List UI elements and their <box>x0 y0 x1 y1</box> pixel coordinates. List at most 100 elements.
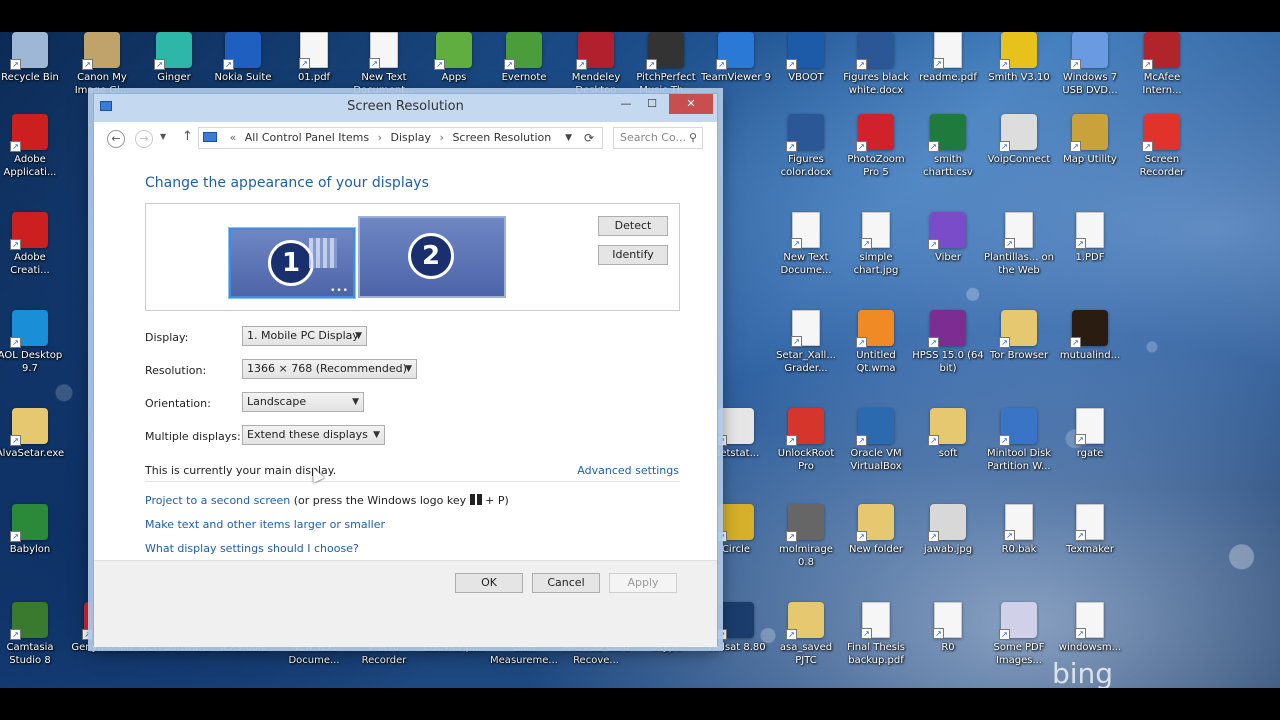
desktop-icon-voipconnect[interactable]: ↗ VoipConnect <box>983 114 1055 198</box>
shortcut-arrow-icon: ↗ <box>856 141 867 152</box>
desktop-icon-untitled[interactable]: ↗ Untitled Qt.wma <box>840 310 912 394</box>
hpss-icon: ↗ <box>928 310 966 348</box>
refresh-icon[interactable]: ⟳ <box>584 128 594 148</box>
shortcut-arrow-icon: ↗ <box>928 531 939 542</box>
address-bar[interactable]: « All Control Panel Items › Display › Sc… <box>198 127 603 149</box>
fig-color-icon: ↗ <box>786 114 824 152</box>
desktop-icon-babylon[interactable]: ↗ Babylon <box>0 504 66 588</box>
display-settings-help-link[interactable]: What display settings should I choose? <box>145 542 359 555</box>
desktop-icon-somepdf[interactable]: ↗ Some PDF Images... <box>983 602 1055 686</box>
resolution-label: Resolution: <box>145 364 207 377</box>
back-button[interactable]: ← <box>107 130 125 148</box>
windowsmedia-icon: ↗ <box>1075 602 1104 639</box>
minimize-button[interactable]: — <box>613 94 639 114</box>
desktop-icon-label: Oracle VM VirtualBox <box>850 448 902 472</box>
desktop-icon-camtasia[interactable]: ↗ Camtasia Studio 8 <box>0 602 66 686</box>
desktop-icon-figures-docx[interactable]: ↗ Figures black white.docx <box>840 32 912 116</box>
resolution-select[interactable]: 1366 × 768 (Recommended) ▼ <box>242 359 417 379</box>
desktop-icon-newfolder[interactable]: ↗ New folder <box>840 504 912 588</box>
monitor-2[interactable]: 2 <box>358 216 506 298</box>
desktop-icon-mutual[interactable]: ↗ mutualind... <box>1054 310 1126 394</box>
shortcut-arrow-icon: ↗ <box>1142 59 1153 70</box>
desktop-icon-r0-bak[interactable]: ↗ R0.bak <box>983 504 1055 588</box>
desktop-icon-label: Final Thesis backup.pdf <box>846 642 906 666</box>
camtasia-icon: ↗ <box>10 602 48 640</box>
desktop-icon-screen-rec[interactable]: ↗ Screen Recorder <box>1126 114 1198 198</box>
desktop-icon-simple-chart[interactable]: ↗ simple chart.jpg <box>840 212 912 296</box>
windows-logo-icon <box>469 494 482 505</box>
chevron-down-icon[interactable]: ▼ <box>565 128 572 148</box>
desktop-icon-r0[interactable]: ↗ R0 <box>912 602 984 686</box>
shortcut-arrow-icon: ↗ <box>786 141 797 152</box>
desktop-icon-fig-color[interactable]: ↗ Figures color.docx <box>770 114 842 198</box>
shortcut-arrow-icon: ↗ <box>223 59 234 70</box>
desktop-icon-aol[interactable]: ↗ AOL Desktop 9.7 <box>0 310 66 394</box>
desktop-icon-tor[interactable]: ↗ Tor Browser <box>983 310 1055 394</box>
desktop-icon-viber[interactable]: ↗ Viber <box>912 212 984 296</box>
somepdf-icon: ↗ <box>999 602 1037 640</box>
nokia-icon: ↗ <box>223 32 261 70</box>
desktop-icon-photozoom[interactable]: ↗ PhotoZoom Pro 5 <box>840 114 912 198</box>
shortcut-arrow-icon: ↗ <box>999 337 1010 348</box>
desktop-icon-maputility[interactable]: ↗ Map Utility <box>1054 114 1126 198</box>
monitor-1[interactable]: 1 ••• <box>229 228 355 298</box>
desktop-icon-soft[interactable]: ↗ soft <box>912 408 984 492</box>
search-placeholder: Search Co... <box>620 131 686 144</box>
desktop-icon-final-thesis[interactable]: ↗ Final Thesis backup.pdf <box>840 602 912 686</box>
desktop-icon-minitool[interactable]: ↗ Minitool Disk Partition W... <box>983 408 1055 492</box>
apply-button[interactable]: Apply <box>609 573 677 593</box>
desktop-icon-newtext2[interactable]: ↗ New Text Docume... <box>770 212 842 296</box>
desktop-icon-setar[interactable]: ↗ Setar_Xall... Grader... <box>770 310 842 394</box>
desktop-icon-recycle-bin[interactable]: ↗ Recycle Bin <box>0 32 66 116</box>
desktop-icon-pdf1[interactable]: ↗ 1.PDF <box>1054 212 1126 296</box>
desktop-icon-rgate[interactable]: ↗ rgate <box>1054 408 1126 492</box>
up-button[interactable]: ↑ <box>182 129 193 144</box>
ok-button[interactable]: OK <box>455 573 523 593</box>
readme-icon: ↗ <box>933 32 962 69</box>
multiple-displays-select[interactable]: Extend these displays ▼ <box>242 425 385 445</box>
desktop-icon-readme[interactable]: ↗ readme.pdf <box>912 32 984 116</box>
desktop-icon-label: asa_saved PJTC <box>779 642 833 666</box>
desktop-icon-alvasetar[interactable]: ↗ AlvaSetar.exe <box>0 408 66 492</box>
close-button[interactable]: ✕ <box>669 94 713 114</box>
text-size-link[interactable]: Make text and other items larger or smal… <box>145 518 385 531</box>
shortcut-arrow-icon: ↗ <box>504 59 515 70</box>
display-select[interactable]: 1. Mobile PC Display ▼ <box>242 326 367 346</box>
desktop-icon-mcafee[interactable]: ↗ McAfee Intern... <box>1126 32 1198 116</box>
desktop-icon-vboot[interactable]: ↗ VBOOT <box>770 32 842 116</box>
desktop-icon-hpss[interactable]: ↗ HPSS 15.0 (64 bit) <box>912 310 984 394</box>
forward-button[interactable]: → <box>135 130 153 148</box>
desktop-icon-adobe-app[interactable]: ↗ Adobe Applicati... <box>0 114 66 198</box>
display-value: 1. Mobile PC Display <box>247 329 359 342</box>
desktop-icon-adobe-creative[interactable]: ↗ Adobe Creati... <box>0 212 66 296</box>
recent-locations-chevron-icon[interactable]: ▼ <box>160 132 166 141</box>
shortcut-arrow-icon: ↗ <box>999 629 1010 640</box>
breadcrumb-display[interactable]: Display <box>390 131 431 144</box>
desktop-icon-jawab[interactable]: ↗ jawab.jpg <box>912 504 984 588</box>
breadcrumb-screen-resolution[interactable]: Screen Resolution <box>452 131 551 144</box>
desktop-icon-oracle-vm[interactable]: ↗ Oracle VM VirtualBox <box>840 408 912 492</box>
desktop-icon-plantilla[interactable]: ↗ Plantillas... on the Web <box>983 212 1055 296</box>
desktop-icon-unlockroot[interactable]: ↗ UnlockRoot Pro <box>770 408 842 492</box>
search-icon[interactable]: ⚲ <box>689 128 697 148</box>
ginger-icon: ↗ <box>154 32 192 70</box>
simple-chart-icon: ↗ <box>861 212 890 249</box>
project-second-screen-link[interactable]: Project to a second screen <box>145 494 290 507</box>
desktop-icon-win7usb[interactable]: ↗ Windows 7 USB DVD... <box>1054 32 1126 116</box>
cancel-button[interactable]: Cancel <box>532 573 600 593</box>
advanced-settings-link[interactable]: Advanced settings <box>577 464 679 477</box>
search-input[interactable]: Search Co... ⚲ <box>613 127 703 149</box>
identify-button[interactable]: Identify <box>598 245 668 265</box>
orientation-select[interactable]: Landscape ▼ <box>242 392 364 412</box>
maximize-button[interactable]: ☐ <box>639 94 665 114</box>
desktop-icon-asa-saved[interactable]: ↗ asa_saved PJTC <box>770 602 842 686</box>
desktop-icon-texmaker[interactable]: ↗ Texmaker <box>1054 504 1126 588</box>
desktop-icon-molmirage[interactable]: ↗ molmirage 0.8 <box>770 504 842 588</box>
detect-button[interactable]: Detect <box>598 216 668 236</box>
title-bar[interactable]: Screen Resolution — ☐ ✕ <box>94 94 717 122</box>
desktop-icon-smith-csv[interactable]: ↗ smith chartt.csv <box>912 114 984 198</box>
breadcrumb-control-panel[interactable]: All Control Panel Items <box>245 131 369 144</box>
shortcut-arrow-icon: ↗ <box>856 435 867 446</box>
shortcut-arrow-icon: ↗ <box>928 239 939 250</box>
desktop-icon-smith[interactable]: ↗ Smith V3.10 <box>983 32 1055 116</box>
